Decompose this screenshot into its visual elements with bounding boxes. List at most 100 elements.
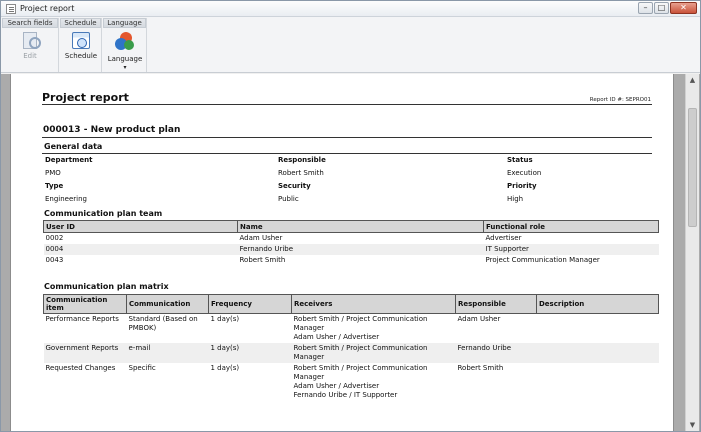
document-viewer: Project report Report ID #: SEPRO01 0000… — [1, 74, 700, 431]
column-header: Responsible — [455, 294, 537, 314]
table-cell: 1 day(s) — [210, 315, 240, 323]
cell-line: PMBOK) — [128, 324, 157, 332]
cell-line: Manager — [293, 324, 325, 332]
title-bar: Project report – □ ✕ — [1, 1, 700, 17]
cell-line: Robert Smith / Project Communication — [293, 364, 428, 372]
language-icon — [115, 32, 135, 52]
table-row: Performance Reports Standard (Based on PM… — [44, 314, 659, 344]
ribbon-toolbar: Search fields Edit Schedule Schedule Lan… — [1, 17, 700, 73]
table-row: 0004 Fernando Uribe IT Supporter — [43, 244, 659, 255]
table-cell: Advertiser — [485, 234, 522, 242]
table-header-row: User ID Name Functional role — [43, 220, 659, 233]
field-value: High — [507, 195, 524, 203]
ribbon-group-search-fields: Search fields Edit — [2, 18, 59, 72]
table-header-row: Communication item Communication Frequen… — [43, 294, 659, 314]
edit-button-label: Edit — [23, 52, 37, 60]
matrix-table: Communication item Communication Frequen… — [43, 294, 659, 401]
column-header: Name — [237, 220, 484, 233]
scroll-down-icon[interactable]: ▼ — [686, 419, 699, 431]
cell-line: Fernando Uribe / IT Supporter — [293, 391, 398, 399]
column-header: User ID — [43, 220, 238, 233]
report-window: Project report – □ ✕ Search fields Edit … — [0, 0, 701, 432]
table-cell: Fernando Uribe — [455, 343, 537, 363]
ribbon-group-schedule: Schedule Schedule — [60, 18, 102, 72]
cell-line: Standard (Based on — [128, 315, 198, 323]
field-label: Status — [507, 156, 533, 164]
project-title: 000013 - New product plan — [43, 125, 181, 135]
table-cell: 1 day(s) — [208, 343, 292, 363]
table-cell: Project Communication Manager — [485, 256, 600, 264]
matrix-heading: Communication plan matrix — [44, 282, 169, 291]
divider — [42, 137, 652, 138]
divider — [42, 153, 652, 154]
ribbon-group-title: Schedule — [60, 18, 101, 28]
schedule-button-label: Schedule — [64, 52, 98, 60]
scroll-up-icon[interactable]: ▲ — [686, 74, 699, 86]
field-value: PMO — [45, 169, 61, 177]
ribbon-group-language: Language Language ▾ — [103, 18, 147, 72]
table-cell: 1 day(s) — [210, 364, 240, 372]
document-icon — [6, 4, 16, 14]
table-cell: Government Reports — [43, 343, 127, 363]
divider — [42, 104, 652, 105]
table-row: Requested Changes Specific 1 day(s) Robe… — [44, 363, 659, 401]
table-cell: 0043 — [45, 256, 64, 264]
cell-line: Manager — [293, 353, 325, 361]
close-button[interactable]: ✕ — [670, 2, 697, 14]
field-value: Engineering — [45, 195, 87, 203]
table-cell: Adam Usher — [457, 315, 501, 323]
edit-button[interactable]: Edit — [10, 32, 50, 60]
table-cell — [537, 363, 659, 401]
cell-line: Adam Usher / Advertiser — [293, 333, 380, 341]
column-header: Frequency — [208, 294, 292, 314]
field-label: Type — [45, 182, 64, 190]
cell-line: Robert Smith / Project Communication — [293, 315, 428, 323]
window-title: Project report — [20, 4, 75, 13]
table-row: Government Reports e-mail 1 day(s) Rober… — [43, 343, 659, 363]
chevron-down-icon[interactable]: ▾ — [105, 64, 145, 71]
team-table: User ID Name Functional role 0002 Adam U… — [43, 220, 659, 266]
table-cell — [537, 314, 659, 344]
column-header: Communication item — [43, 294, 127, 314]
table-cell: Standard (Based on PMBOK) — [127, 314, 209, 344]
column-header: Communication — [126, 294, 209, 314]
field-label: Department — [45, 156, 93, 164]
language-button-label: Language — [107, 55, 143, 63]
table-cell: Robert Smith — [457, 364, 504, 372]
table-cell: Robert Smith / Project Communication Mana… — [291, 343, 456, 363]
table-row: 0043 Robert Smith Project Communication … — [44, 255, 659, 266]
cell-line: Robert Smith / Project Communication — [293, 344, 428, 352]
general-data-heading: General data — [44, 142, 103, 151]
maximize-button[interactable]: □ — [654, 2, 669, 14]
ribbon-group-title: Search fields — [2, 18, 58, 28]
cell-line: Adam Usher / Advertiser — [293, 382, 380, 390]
field-value: Public — [278, 195, 299, 203]
table-cell: 0002 — [45, 234, 64, 242]
edit-icon — [23, 32, 41, 49]
schedule-icon — [72, 32, 90, 49]
ribbon-group-title: Language — [103, 18, 146, 28]
minimize-button[interactable]: – — [638, 2, 653, 14]
team-heading: Communication plan team — [44, 209, 163, 218]
table-cell: Robert Smith / Project Communication Mana… — [292, 363, 456, 401]
vertical-scrollbar[interactable]: ▲ ▼ — [685, 74, 699, 431]
language-button[interactable]: Language ▾ — [105, 32, 145, 71]
field-value: Execution — [507, 169, 542, 177]
cell-line: Manager — [293, 373, 325, 381]
report-id: Report ID #: SEPRO01 — [589, 97, 651, 103]
field-label: Security — [278, 182, 311, 190]
field-label: Priority — [507, 182, 537, 190]
table-row: 0002 Adam Usher Advertiser — [44, 233, 659, 245]
column-header: Receivers — [291, 294, 456, 314]
table-cell: Performance Reports — [45, 315, 119, 323]
table-cell: IT Supporter — [483, 244, 659, 255]
schedule-button[interactable]: Schedule — [61, 32, 101, 60]
report-title: Project report — [42, 91, 129, 104]
scrollbar-thumb[interactable] — [688, 108, 697, 227]
table-cell: Specific — [127, 363, 209, 401]
table-cell: Requested Changes — [45, 364, 116, 372]
table-cell: Adam Usher — [239, 234, 283, 242]
table-cell: Fernando Uribe — [237, 244, 484, 255]
column-header: Functional role — [483, 220, 659, 233]
field-value: Robert Smith — [278, 169, 324, 177]
